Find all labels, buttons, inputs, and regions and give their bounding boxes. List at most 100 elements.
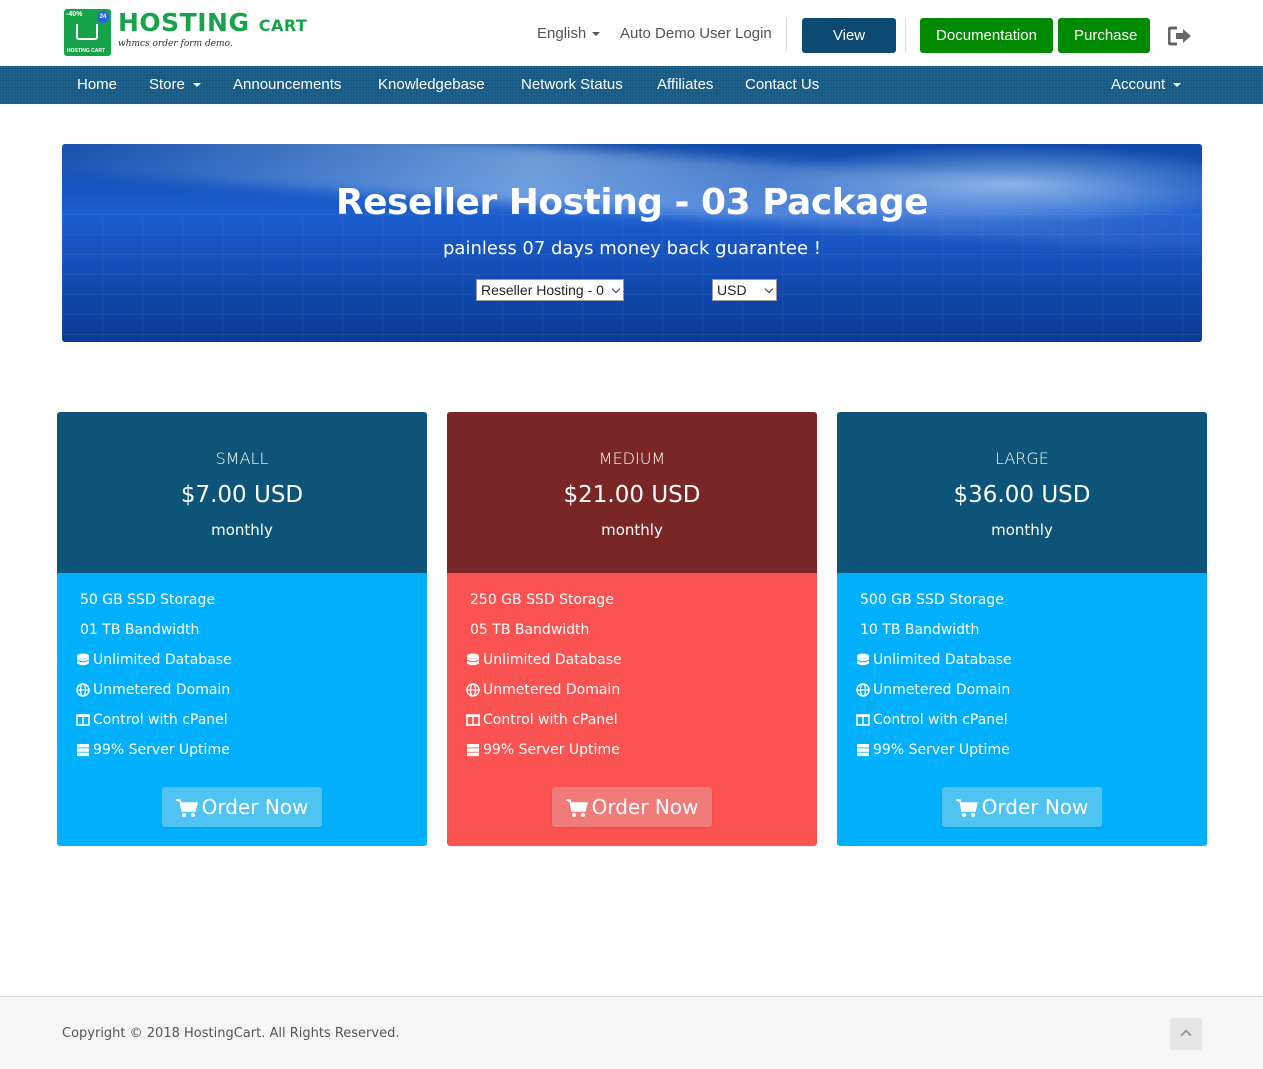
plan-name: LARGE xyxy=(995,449,1049,468)
feature-label: Unmetered Domain xyxy=(873,682,1011,698)
chevron-down-icon xyxy=(192,83,201,88)
nav-account[interactable]: Account xyxy=(1111,66,1182,104)
plan-features: 500 GB SSD Storage 10 TB Bandwidth Unlim… xyxy=(837,573,1207,846)
chevron-down-icon xyxy=(1173,83,1182,88)
feature-label: Control with cPanel xyxy=(93,712,228,728)
server-icon xyxy=(467,744,479,757)
feature-domain: Unmetered Domain xyxy=(856,682,1010,698)
page-title: Reseller Hosting - 03 Package xyxy=(335,182,929,223)
feature-database: Unlimited Database xyxy=(466,652,622,668)
order-now-label: Order Now xyxy=(591,795,699,819)
order-now-button[interactable]: Order Now xyxy=(552,787,712,827)
plan-billing-cycle: monthly xyxy=(601,521,663,539)
shopping-cart-icon xyxy=(565,799,588,817)
logo-tagline: whmcs order form demo. xyxy=(118,39,233,49)
order-now-button[interactable]: Order Now xyxy=(162,787,322,827)
divider xyxy=(786,18,787,52)
feature-domain: Unmetered Domain xyxy=(76,682,230,698)
feature-label: Unlimited Database xyxy=(873,652,1012,668)
feature-label: 500 GB SSD Storage xyxy=(860,592,1004,608)
nav-store-label: Store xyxy=(149,76,185,93)
columns-icon xyxy=(76,714,90,726)
logo-icon-label: HOSTING CART xyxy=(67,48,106,54)
feature-label: 99% Server Uptime xyxy=(93,742,230,758)
plan-features: 250 GB SSD Storage 05 TB Bandwidth Unlim… xyxy=(447,573,817,846)
logo-text: HOSTING CART whmcs order form demo. xyxy=(118,9,308,50)
nav-home[interactable]: Home xyxy=(77,66,117,104)
nav-knowledgebase[interactable]: Knowledgebase xyxy=(378,66,485,104)
globe-icon xyxy=(76,683,90,697)
feature-label: Unlimited Database xyxy=(93,652,232,668)
nav-contact-us[interactable]: Contact Us xyxy=(745,66,819,104)
plan-features: 50 GB SSD Storage 01 TB Bandwidth Unlimi… xyxy=(57,573,427,846)
server-icon xyxy=(857,744,869,757)
documentation-button[interactable]: Documentation xyxy=(920,18,1053,53)
feature-cpanel: Control with cPanel xyxy=(76,712,228,728)
chevron-down-icon xyxy=(764,284,774,294)
plan-header: MEDIUM $21.00 USD monthly xyxy=(447,412,817,573)
main-nav: Home Store Announcements Knowledgebase N… xyxy=(0,66,1263,104)
language-dropdown[interactable]: English xyxy=(537,25,601,42)
feature-domain: Unmetered Domain xyxy=(466,682,620,698)
hero-banner: Reseller Hosting - 03 Package painless 0… xyxy=(62,144,1202,342)
nav-network-status[interactable]: Network Status xyxy=(521,66,623,104)
globe-icon xyxy=(466,683,480,697)
shopping-cart-icon xyxy=(955,799,978,817)
currency-select[interactable]: USD xyxy=(712,279,777,301)
top-header: -40% 24 HOSTING CART HOSTING CART whmcs … xyxy=(0,0,1263,79)
chevron-down-icon xyxy=(592,32,601,37)
sign-out-icon[interactable] xyxy=(1168,26,1192,46)
feature-cpanel: Control with cPanel xyxy=(466,712,618,728)
feature-label: 250 GB SSD Storage xyxy=(470,592,614,608)
login-link[interactable]: Auto Demo User Login xyxy=(620,25,772,42)
columns-icon xyxy=(856,714,870,726)
feature-bandwidth: 01 TB Bandwidth xyxy=(80,622,199,638)
feature-database: Unlimited Database xyxy=(76,652,232,668)
plan-card-large: LARGE $36.00 USD monthly 500 GB SSD Stor… xyxy=(837,412,1207,846)
feature-label: 01 TB Bandwidth xyxy=(80,622,200,638)
chevron-down-icon xyxy=(611,284,621,294)
logo-title-small: CART xyxy=(258,16,308,35)
plan-header: LARGE $36.00 USD monthly xyxy=(837,412,1207,573)
currency-value: USD xyxy=(717,282,747,298)
database-icon xyxy=(857,653,869,666)
plan-billing-cycle: monthly xyxy=(211,521,273,539)
product-group-value: Reseller Hosting - 0 xyxy=(481,282,604,298)
feature-database: Unlimited Database xyxy=(856,652,1012,668)
plan-billing-cycle: monthly xyxy=(991,521,1053,539)
shopping-cart-icon xyxy=(175,799,198,817)
purchase-button[interactable]: Purchase xyxy=(1058,18,1150,53)
logo-icon: -40% 24 HOSTING CART xyxy=(64,9,111,56)
feature-label: Unmetered Domain xyxy=(93,682,231,698)
nav-store[interactable]: Store xyxy=(149,66,201,104)
page-subtitle: painless 07 days money back guarantee ! xyxy=(443,238,821,259)
logo[interactable]: -40% 24 HOSTING CART HOSTING CART whmcs … xyxy=(64,9,307,56)
divider xyxy=(905,18,906,52)
feature-cpanel: Control with cPanel xyxy=(856,712,1008,728)
feature-label: 05 TB Bandwidth xyxy=(470,622,590,638)
database-icon xyxy=(467,653,479,666)
nav-announcements[interactable]: Announcements xyxy=(233,66,341,104)
feature-uptime: 99% Server Uptime xyxy=(76,742,230,758)
feature-label: 99% Server Uptime xyxy=(873,742,1010,758)
plan-card-medium: MEDIUM $21.00 USD monthly 250 GB SSD Sto… xyxy=(447,412,817,846)
order-now-button[interactable]: Order Now xyxy=(942,787,1102,827)
language-label: English xyxy=(537,25,587,42)
feature-label: Unmetered Domain xyxy=(483,682,621,698)
plan-price: $36.00 USD xyxy=(953,482,1091,508)
product-group-select[interactable]: Reseller Hosting - 0 xyxy=(476,279,624,301)
logo-badge: -40% xyxy=(66,11,83,18)
feature-storage: 250 GB SSD Storage xyxy=(470,592,614,608)
plan-price: $21.00 USD xyxy=(563,482,701,508)
plan-header: SMALL $7.00 USD monthly xyxy=(57,412,427,573)
feature-label: Unlimited Database xyxy=(483,652,622,668)
nav-affiliates[interactable]: Affiliates xyxy=(657,66,713,104)
view-cart-button[interactable]: View Cart xyxy=(802,18,896,79)
columns-icon xyxy=(466,714,480,726)
plan-card-small: SMALL $7.00 USD monthly 50 GB SSD Storag… xyxy=(57,412,427,846)
feature-label: 10 TB Bandwidth xyxy=(860,622,980,638)
feature-label: Control with cPanel xyxy=(873,712,1008,728)
cart-icon xyxy=(76,24,98,40)
back-to-top-button[interactable] xyxy=(1170,1018,1202,1050)
feature-label: 99% Server Uptime xyxy=(483,742,620,758)
